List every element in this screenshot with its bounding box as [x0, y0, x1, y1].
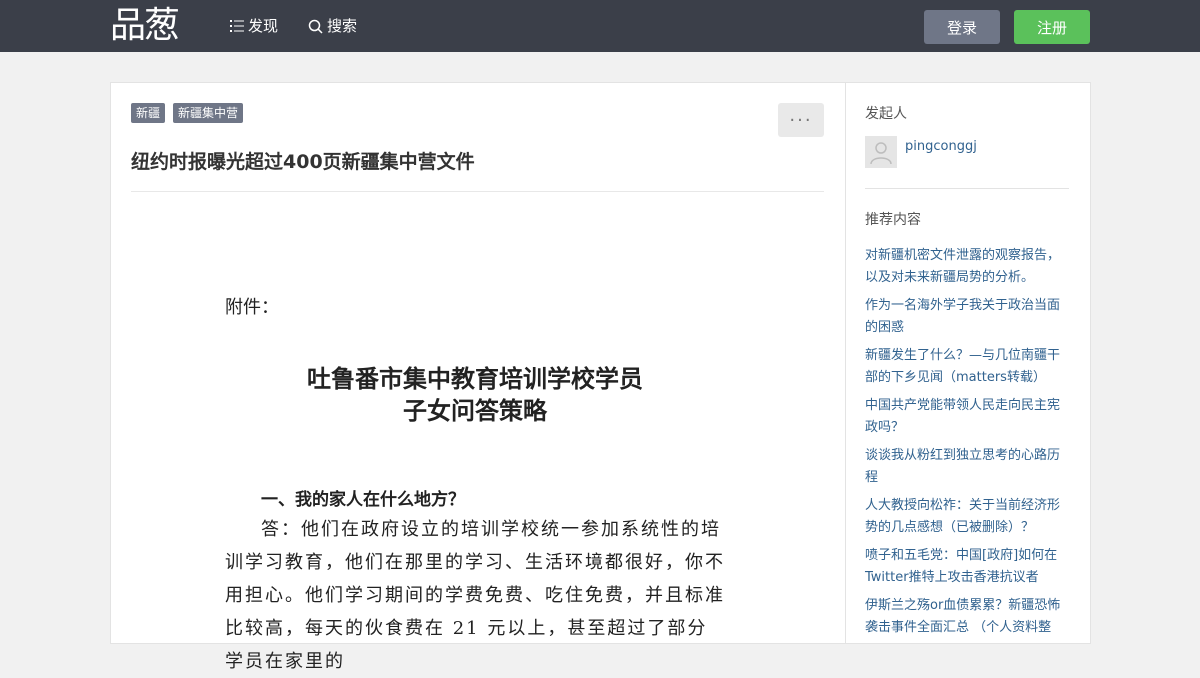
post-title: 纽约时报曝光超过400页新疆集中营文件: [131, 151, 475, 173]
author-username[interactable]: pingconggj: [905, 139, 977, 154]
top-navbar: 品葱 发现 搜索 登录 注册: [0, 0, 1200, 52]
nav-discover[interactable]: 发现: [230, 16, 278, 36]
site-logo[interactable]: 品葱: [110, 6, 180, 46]
doc-title-line-2: 子女问答策略: [403, 396, 547, 425]
post-main: 新疆 新疆集中营 ··· 纽约时报曝光超过400页新疆集中营文件 附件： 吐鲁番…: [111, 83, 846, 672]
more-options-button[interactable]: ···: [778, 103, 824, 137]
doc-answer: 答：他们在政府设立的培训学校统一参加系统性的培训学习教育，他们在那里的学习、生活…: [225, 519, 725, 672]
recommended-link[interactable]: 中国共产党能带领人民走向民主宪政吗？: [865, 395, 1070, 439]
recommended-link[interactable]: 作为一名海外学子我关于政治当面的困惑: [865, 295, 1070, 339]
search-icon: [308, 19, 323, 34]
recommended-link[interactable]: 新疆发生了什么？—与几位南疆干部的下乡见闻（matters转载）: [865, 345, 1070, 389]
content-card: 新疆 新疆集中营 ··· 纽约时报曝光超过400页新疆集中营文件 附件： 吐鲁番…: [110, 82, 1091, 672]
register-button[interactable]: 注册: [1014, 10, 1090, 44]
list-icon: [230, 20, 244, 32]
tag-list: 新疆 新疆集中营: [131, 103, 244, 123]
doc-question: 一、我的家人在什么地方？: [261, 490, 465, 510]
avatar[interactable]: [865, 136, 897, 168]
login-button[interactable]: 登录: [924, 10, 1000, 44]
doc-title-line-1: 吐鲁番市集中教育培训学校学员: [307, 364, 643, 393]
recommended-list: 对新疆机密文件泄露的观察报告，以及对未来新疆局势的分析。 作为一名海外学子我关于…: [865, 245, 1070, 645]
recommended-link[interactable]: 人大教授向松祚：关于当前经济形势的几点感想（已被删除）？: [865, 495, 1070, 539]
initiator-heading: 发起人: [865, 106, 907, 122]
recommended-link[interactable]: 伊斯兰之殇or血债累累？新疆恐怖袭击事件全面汇总 （个人资料整: [865, 595, 1070, 639]
sidebar-divider: [865, 188, 1069, 189]
recommend-heading: 推荐内容: [865, 212, 921, 228]
nav-discover-label: 发现: [248, 17, 279, 35]
recommended-link[interactable]: 谈谈我从粉红到独立思考的心路历程: [865, 445, 1070, 489]
doc-title: 吐鲁番市集中教育培训学校学员 子女问答策略: [225, 363, 725, 427]
nav-search-label: 搜索: [327, 17, 358, 35]
user-icon: [870, 142, 892, 165]
nav-search[interactable]: 搜索: [308, 16, 357, 36]
doc-attachment-label: 附件：: [225, 297, 279, 318]
recommended-link[interactable]: 对新疆机密文件泄露的观察报告，以及对未来新疆局势的分析。: [865, 245, 1070, 289]
divider: [131, 191, 824, 192]
tag-xinjiang[interactable]: 新疆: [131, 103, 166, 123]
tag-xinjiang-camps[interactable]: 新疆集中营: [173, 103, 244, 123]
recommended-link[interactable]: 喷子和五毛党：中国[政府]如何在Twitter推特上攻击香港抗议者: [865, 545, 1070, 589]
